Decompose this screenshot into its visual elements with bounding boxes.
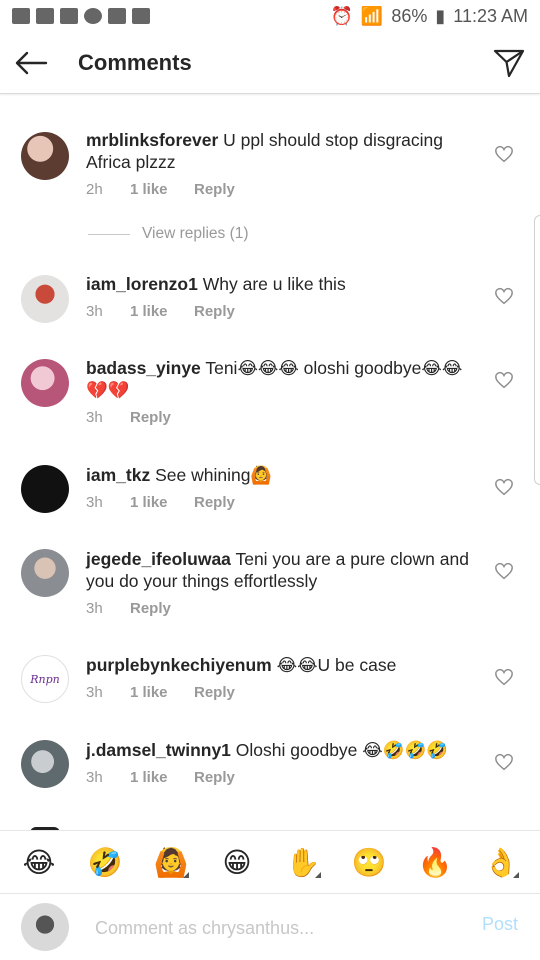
likes-count[interactable]: 1 like	[130, 181, 194, 198]
comment-time: 2h	[86, 181, 103, 198]
gallery-icon	[60, 8, 78, 24]
avatar[interactable]	[21, 359, 69, 407]
comment-text: iam_tkz See whining🙆	[86, 464, 470, 486]
avatar[interactable]: Rnpn	[21, 655, 69, 703]
reply-button[interactable]: Reply	[194, 494, 235, 511]
comment-time: 3h	[86, 409, 103, 426]
emoji-tears-of-joy[interactable]: 😂	[17, 840, 61, 884]
avatar[interactable]	[21, 740, 69, 788]
replies-divider	[88, 233, 130, 235]
emoji-eye-roll[interactable]: 🙄	[347, 840, 391, 884]
avatar[interactable]	[21, 275, 69, 323]
comment-input[interactable]	[95, 913, 455, 943]
email-icon	[132, 8, 150, 24]
username[interactable]: iam_tkz	[86, 465, 150, 485]
likes-count[interactable]: 1 like	[130, 494, 194, 511]
view-replies-button[interactable]: View replies (1)	[88, 225, 249, 243]
comment-text: mrblinksforever U ppl should stop disgra…	[86, 129, 470, 173]
comment-content: 😂😂U be case	[276, 655, 397, 675]
comment-content: Oloshi goodbye 😂🤣🤣🤣	[235, 740, 449, 760]
wifi-icon: 📶	[360, 5, 384, 26]
emoji-raised-hand[interactable]: ✋	[281, 840, 325, 884]
heart-icon[interactable]	[494, 371, 514, 389]
comment-time: 3h	[86, 769, 103, 786]
heart-icon[interactable]	[494, 562, 514, 580]
scrollbar[interactable]	[534, 215, 540, 485]
whatsapp-icon	[84, 8, 102, 24]
heart-icon[interactable]	[494, 287, 514, 305]
comment-text: iam_lorenzo1 Why are u like this	[86, 273, 470, 295]
page-title: Comments	[78, 49, 192, 75]
comment-content: See whining🙆	[155, 465, 273, 485]
heart-icon[interactable]	[494, 668, 514, 686]
sms-icon	[12, 8, 30, 24]
skin-tone-indicator	[315, 872, 321, 878]
reply-button[interactable]: Reply	[194, 684, 235, 701]
username[interactable]: purplebynkechiyenum	[86, 655, 272, 675]
emoji-person-ok[interactable]: 🙆	[149, 840, 193, 884]
likes-count[interactable]: 1 like	[130, 684, 194, 701]
comment-text: purplebynkechiyenum 😂😂U be case	[86, 654, 470, 676]
username[interactable]: badass_yinye	[86, 358, 201, 378]
comment-composer: Post	[0, 895, 540, 960]
heart-icon[interactable]	[494, 753, 514, 771]
avatar[interactable]	[21, 549, 69, 597]
battery-level: 86%	[391, 5, 428, 26]
notification-icons	[12, 8, 150, 24]
emoji-bar: 😂 🤣 🙆 😁 ✋ 🙄 🔥 👌	[0, 830, 540, 894]
comments-list[interactable]: mrblinksforever U ppl should stop disgra…	[0, 95, 540, 830]
comment-text: badass_yinye Teni😂😂😂 oloshi goodbye😂😂💔💔	[86, 357, 470, 401]
emoji-ok-hand[interactable]: 👌	[479, 840, 523, 884]
likes-count[interactable]: 1 like	[130, 303, 194, 320]
reply-button[interactable]: Reply	[194, 181, 235, 198]
emoji-grin[interactable]: 😁	[215, 840, 259, 884]
reply-button[interactable]: Reply	[194, 769, 235, 786]
clock: 11:23 AM	[453, 5, 528, 26]
send-button[interactable]	[478, 32, 540, 94]
partial-comment	[0, 821, 540, 830]
post-button[interactable]: Post	[482, 914, 518, 935]
username[interactable]: jegede_ifeoluwaa	[86, 549, 231, 569]
arrow-left-icon	[15, 51, 48, 74]
comment-time: 3h	[86, 684, 103, 701]
comment-time: 3h	[86, 494, 103, 511]
header: Comments	[0, 32, 540, 94]
comment-text: jegede_ifeoluwaa Teni you are a pure clo…	[86, 548, 470, 592]
likes-count[interactable]: 1 like	[130, 769, 194, 786]
username[interactable]: j.damsel_twinny1	[86, 740, 231, 760]
battery-icon: ▮	[435, 5, 446, 26]
skin-tone-indicator	[183, 872, 189, 878]
send-icon	[493, 49, 525, 77]
username[interactable]: mrblinksforever	[86, 130, 218, 150]
image-icon	[108, 8, 126, 24]
avatar[interactable]	[21, 132, 69, 180]
reply-button[interactable]: Reply	[194, 303, 235, 320]
mail-icon	[36, 8, 54, 24]
avatar[interactable]	[21, 465, 69, 513]
avatar-logo-text: Rnpn	[30, 672, 60, 686]
skin-tone-indicator	[513, 872, 519, 878]
comment-text: j.damsel_twinny1 Oloshi goodbye 😂🤣🤣🤣	[86, 739, 470, 761]
status-bar: ⏰ 📶 86% ▮ 11:23 AM	[0, 0, 540, 32]
back-button[interactable]	[0, 32, 62, 94]
comment-time: 3h	[86, 303, 103, 320]
heart-icon[interactable]	[494, 478, 514, 496]
view-replies-label: View replies (1)	[142, 225, 249, 242]
emoji-rofl[interactable]: 🤣	[83, 840, 127, 884]
reply-button[interactable]: Reply	[130, 409, 171, 426]
comment-content: Why are u like this	[202, 274, 346, 294]
my-avatar	[21, 903, 69, 951]
reply-button[interactable]: Reply	[130, 600, 171, 617]
comment-time: 3h	[86, 600, 103, 617]
alarm-icon: ⏰	[330, 5, 353, 26]
username[interactable]: iam_lorenzo1	[86, 274, 198, 294]
emoji-fire[interactable]: 🔥	[413, 840, 457, 884]
heart-icon[interactable]	[494, 145, 514, 163]
